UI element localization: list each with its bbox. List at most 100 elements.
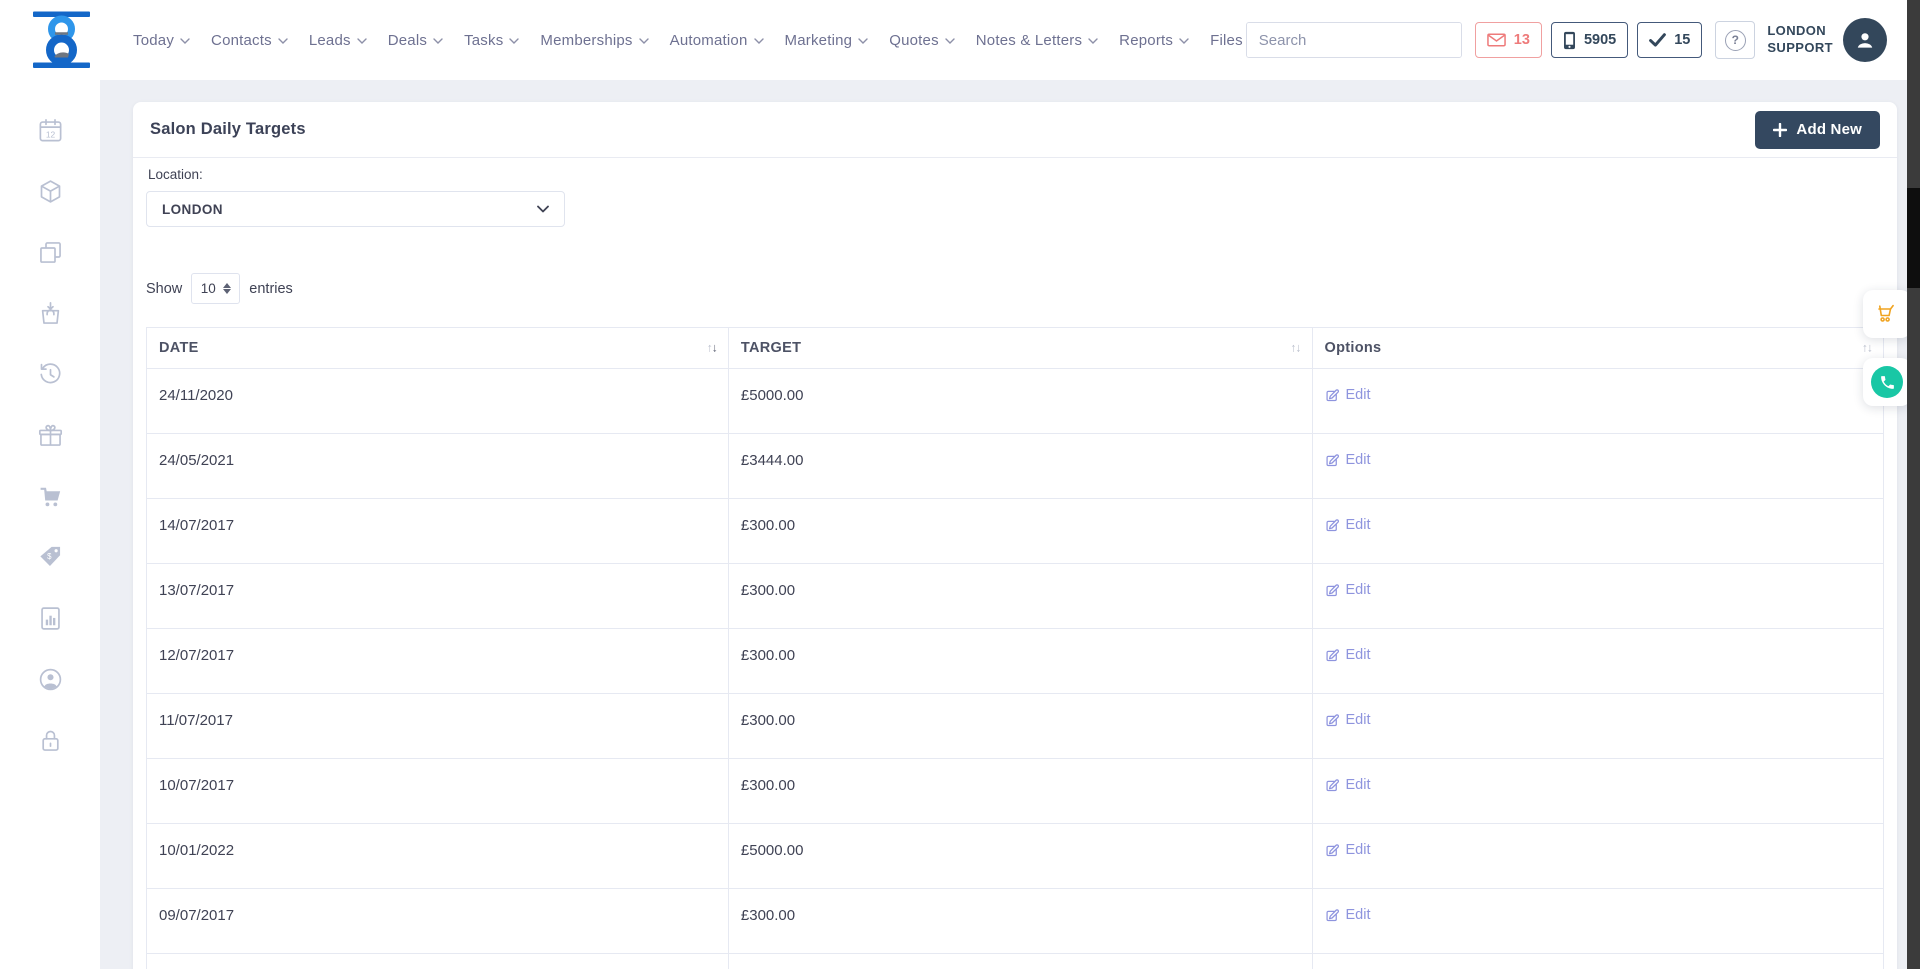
avatar[interactable] — [1843, 18, 1887, 62]
sort-icon: ↑↓ — [1291, 340, 1300, 354]
chevron-down-icon — [1179, 38, 1189, 44]
app-logo[interactable] — [30, 8, 96, 72]
nav-item[interactable]: Today — [133, 32, 190, 49]
target-cell: £300.00 — [728, 889, 1312, 954]
edit-button[interactable]: Edit — [1325, 777, 1371, 793]
topbar: Today Contacts Leads Deals — [0, 0, 1920, 80]
messages-count: 13 — [1514, 32, 1530, 48]
table-row: 24/11/2020 £5000.00 Edit — [147, 369, 1884, 434]
target-cell: £5000.00 — [728, 824, 1312, 889]
tasks-count: 15 — [1674, 32, 1690, 48]
options-cell: Edit — [1312, 954, 1883, 969]
lock-icon[interactable] — [37, 727, 64, 754]
phone-circle — [1871, 366, 1903, 398]
date-cell: 14/07/2017 — [147, 499, 729, 564]
history-icon[interactable] — [37, 361, 64, 388]
options-cell: Edit — [1312, 889, 1883, 954]
options-cell: Edit — [1312, 369, 1883, 434]
options-cell: Edit — [1312, 824, 1883, 889]
date-cell: 10/01/2022 — [147, 824, 729, 889]
location-select[interactable]: LONDON — [146, 191, 565, 227]
edit-button[interactable]: Edit — [1325, 582, 1371, 598]
options-cell: Edit — [1312, 759, 1883, 824]
nav-item[interactable]: Deals — [388, 32, 443, 49]
edit-button[interactable]: Edit — [1325, 907, 1371, 923]
edit-button[interactable]: Edit — [1325, 387, 1371, 403]
calls-badge[interactable]: 5905 — [1551, 22, 1628, 58]
date-cell: 09/07/2017 — [147, 889, 729, 954]
nav-item[interactable]: Contacts — [211, 32, 288, 49]
calendar-icon[interactable]: 12 — [37, 117, 64, 144]
question-mark-icon: ? — [1725, 30, 1746, 51]
nav-item[interactable]: Notes & Letters — [976, 32, 1098, 49]
edit-button[interactable]: Edit — [1325, 712, 1371, 728]
target-cell: £300.00 — [728, 629, 1312, 694]
table-row: 24/05/2021 £3444.00 Edit — [147, 434, 1884, 499]
search-box — [1246, 22, 1462, 58]
add-new-button[interactable]: Add New — [1755, 111, 1880, 149]
basket-widget-button[interactable] — [1863, 290, 1911, 338]
table-row: 11/07/2017 £300.00 Edit — [147, 694, 1884, 759]
nav-item[interactable]: Leads — [309, 32, 367, 49]
nav-item[interactable]: Files — [1210, 32, 1243, 49]
nav-item[interactable]: Tasks — [464, 32, 519, 49]
gift-icon[interactable] — [37, 422, 64, 449]
cart-icon[interactable] — [37, 483, 64, 510]
price-tag-icon[interactable]: $ — [37, 544, 64, 571]
nav-item[interactable]: Marketing — [785, 32, 869, 49]
table-row: 10/01/2022 £5000.00 Edit — [147, 824, 1884, 889]
edit-pencil-icon — [1325, 453, 1340, 468]
scrollbar-track[interactable] — [1907, 0, 1920, 969]
column-header[interactable]: Options ↑↓ — [1312, 328, 1883, 369]
user-name: LONDON SUPPORT — [1767, 23, 1833, 57]
chevron-down-icon — [278, 38, 288, 44]
search-input[interactable] — [1247, 23, 1462, 57]
layers-icon[interactable] — [37, 239, 64, 266]
cube-icon[interactable] — [37, 178, 64, 205]
column-header[interactable]: DATE ↑↓ — [147, 328, 729, 369]
target-cell: £300.00 — [728, 694, 1312, 759]
plus-icon — [1773, 123, 1787, 137]
edit-pencil-icon — [1325, 713, 1340, 728]
messages-badge[interactable]: 13 — [1475, 22, 1542, 58]
edit-pencil-icon — [1325, 843, 1340, 858]
svg-text:$: $ — [47, 552, 52, 561]
scrollbar-thumb[interactable] — [1907, 188, 1920, 288]
target-cell: £5000.00 — [728, 954, 1312, 969]
nav-item[interactable]: Automation — [670, 32, 764, 49]
bag-receive-icon[interactable] — [37, 300, 64, 327]
targets-table: DATE ↑↓ TARGET ↑↓ Options ↑↓ — [146, 327, 1884, 969]
edit-pencil-icon — [1325, 648, 1340, 663]
entries-label: entries — [249, 281, 293, 297]
target-cell: £300.00 — [728, 564, 1312, 629]
edit-button[interactable]: Edit — [1325, 647, 1371, 663]
page-size-value: 10 — [201, 281, 216, 296]
spinner-arrows-icon — [223, 283, 231, 294]
nav-item[interactable]: Quotes — [889, 32, 955, 49]
edit-pencil-icon — [1325, 518, 1340, 533]
help-button[interactable]: ? — [1715, 21, 1755, 59]
table-row: 10/07/2017 £300.00 Edit — [147, 759, 1884, 824]
chevron-down-icon — [537, 205, 549, 213]
nav-item[interactable]: Reports — [1119, 32, 1189, 49]
account-icon[interactable] — [37, 666, 64, 693]
edit-button[interactable]: Edit — [1325, 452, 1371, 468]
edit-button[interactable]: Edit — [1325, 517, 1371, 533]
table-row: 09/07/2017 £300.00 Edit — [147, 889, 1884, 954]
card-header: Salon Daily Targets Add New — [133, 102, 1897, 158]
topbar-right: 13 5905 15 ? LONDON SUPPORT — [1246, 18, 1887, 62]
call-widget-button[interactable] — [1863, 358, 1911, 406]
table-header-row: DATE ↑↓ TARGET ↑↓ Options ↑↓ — [147, 328, 1884, 369]
sidebar: 12 — [0, 80, 100, 969]
options-cell: Edit — [1312, 694, 1883, 759]
nav-item[interactable]: Memberships — [540, 32, 648, 49]
report-chart-icon[interactable] — [37, 605, 64, 632]
column-header[interactable]: TARGET ↑↓ — [728, 328, 1312, 369]
page-size-select[interactable]: 10 — [191, 273, 240, 304]
tasks-badge[interactable]: 15 — [1637, 22, 1702, 58]
calls-count: 5905 — [1584, 32, 1616, 48]
target-cell: £300.00 — [728, 759, 1312, 824]
chevron-down-icon — [639, 38, 649, 44]
shopping-cart-icon — [1875, 302, 1899, 326]
edit-button[interactable]: Edit — [1325, 842, 1371, 858]
